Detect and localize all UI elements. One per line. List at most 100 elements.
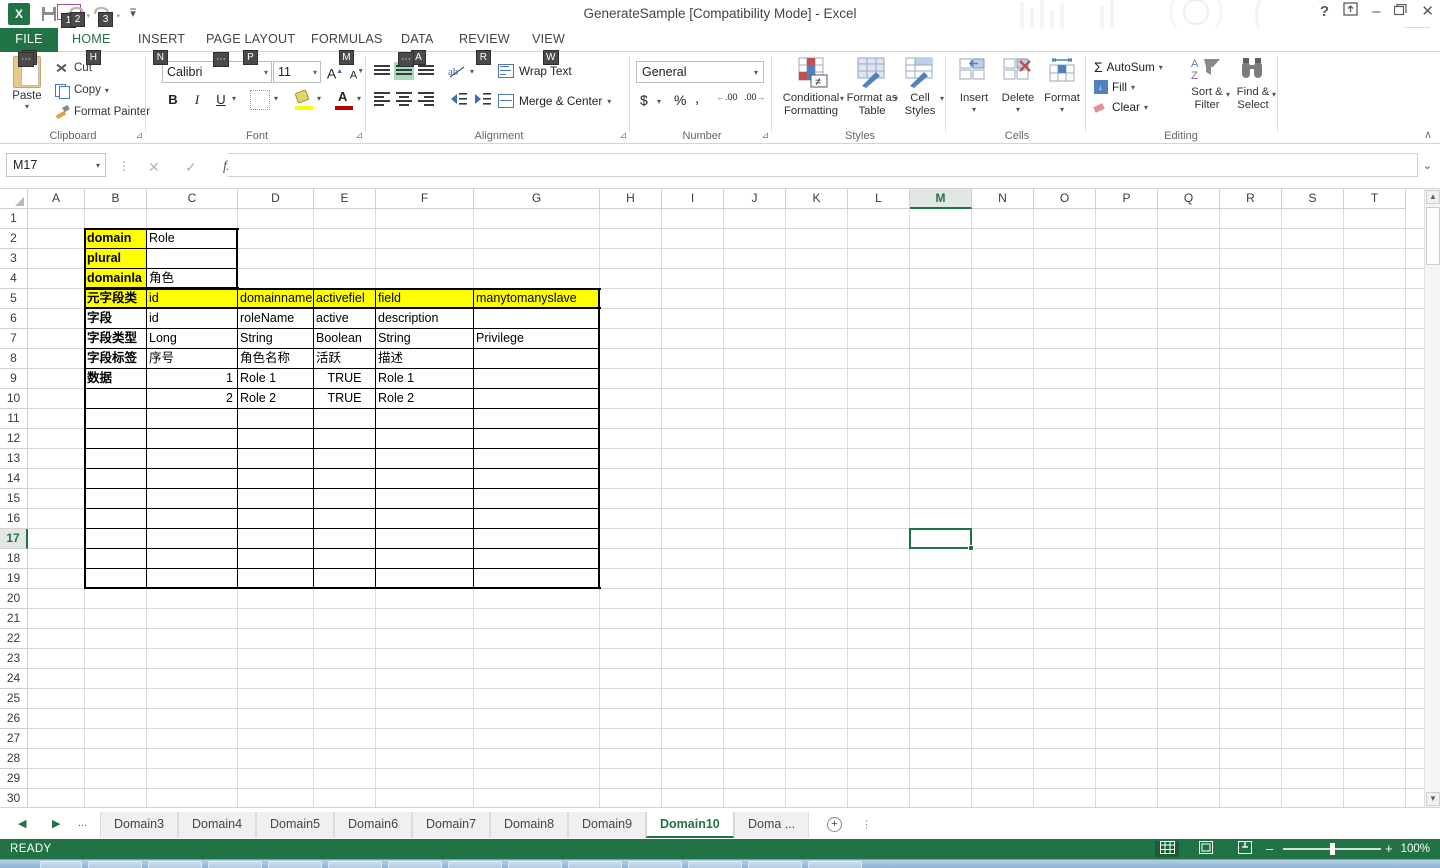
copy-button[interactable]: Copy ▾ (54, 82, 109, 99)
taskbar-item[interactable] (88, 861, 142, 868)
column-header-A[interactable]: A (28, 189, 85, 209)
scroll-down-button[interactable]: ▼ (1426, 792, 1440, 806)
taskbar-item[interactable] (568, 861, 622, 868)
find-select-caret-icon[interactable]: ▾ (1272, 90, 1276, 99)
percent-format-button[interactable]: % (674, 92, 686, 108)
cell-F9[interactable]: Role 1 (376, 369, 473, 388)
cell-G5[interactable]: manytomanyslave (474, 289, 599, 308)
column-header-H[interactable]: H (600, 189, 662, 209)
close-button[interactable]: ✕ (1421, 2, 1434, 20)
cell-B10[interactable] (85, 389, 146, 408)
column-header-D[interactable]: D (238, 189, 314, 209)
first-sheet-button[interactable]: ◀ (18, 817, 26, 830)
column-header-E[interactable]: E (314, 189, 376, 209)
accounting-format-button[interactable]: $ (640, 92, 648, 108)
row-header-18[interactable]: 18 (0, 549, 28, 569)
font-name-caret-icon[interactable]: ▾ (264, 68, 268, 77)
column-header-F[interactable]: F (376, 189, 474, 209)
taskbar-item[interactable] (40, 861, 82, 868)
column-header-Q[interactable]: Q (1158, 189, 1220, 209)
page-break-preview-button[interactable] (1233, 841, 1257, 857)
zoom-in-button[interactable]: + (1385, 841, 1393, 856)
font-color-button[interactable]: A (334, 89, 354, 110)
cell-B7[interactable]: 字段类型 (85, 329, 146, 348)
vertical-scroll-thumb[interactable] (1426, 207, 1440, 265)
formula-input[interactable] (228, 153, 1418, 177)
tab-page-layout[interactable]: PAGE LAYOUT P (198, 28, 303, 65)
cell-G6[interactable] (474, 309, 599, 328)
sort-and-filter-button[interactable]: A Z Sort & Filter ▾ (1184, 56, 1230, 111)
tab-formulas[interactable]: FORMULAS M (303, 28, 391, 65)
row-header-10[interactable]: 10 (0, 389, 28, 409)
clipboard-dialog-launcher[interactable]: ⊿ (135, 130, 143, 141)
cell-styles-caret-icon[interactable]: ▾ (940, 94, 944, 103)
cell-F5[interactable]: field (376, 289, 473, 308)
tab-data[interactable]: DATA A (393, 28, 442, 65)
cell-B8[interactable]: 字段标签 (85, 349, 146, 368)
accounting-caret-icon[interactable]: ▾ (657, 97, 661, 106)
decrease-indent-button[interactable] (448, 90, 468, 108)
tab-review[interactable]: REVIEW R (451, 28, 518, 65)
column-header-B[interactable]: B (85, 189, 147, 209)
format-as-table-button[interactable]: Format as Table ▾ (846, 54, 898, 117)
row-header-14[interactable]: 14 (0, 469, 28, 489)
orientation-button[interactable]: ab (448, 62, 468, 80)
clear-button[interactable]: Clear ▾ (1093, 101, 1148, 114)
cell-C9[interactable]: 1 (147, 369, 237, 388)
column-header-M[interactable]: M (910, 189, 972, 209)
taskbar-item[interactable] (508, 861, 562, 868)
cell-B5[interactable]: 元字段类 (85, 289, 146, 308)
row-header-23[interactable]: 23 (0, 649, 28, 669)
insert-cells-button[interactable]: Insert ▾ (952, 54, 996, 114)
sheet-tab-domain4[interactable]: Domain4 (178, 812, 257, 838)
cell-B9[interactable]: 数据 (85, 369, 146, 388)
cell-B6[interactable]: 字段 (85, 309, 146, 328)
borders-button[interactable] (250, 90, 270, 110)
cell-B4[interactable]: domainla (85, 269, 146, 288)
cell-G8[interactable] (474, 349, 599, 368)
formula-bar-handle[interactable]: ⋮ (118, 159, 130, 173)
row-header-25[interactable]: 25 (0, 689, 28, 709)
taskbar-item[interactable] (748, 861, 802, 868)
align-top-button[interactable] (372, 62, 392, 80)
worksheet-grid[interactable]: ABCDEFGHIJKLMNOPQRST 1 2 3 4 5 6 7 8 9 10 11 12 13 14… (0, 189, 1440, 807)
insert-cells-caret-icon[interactable]: ▾ (952, 105, 996, 114)
row-header-15[interactable]: 15 (0, 489, 28, 509)
zoom-slider-thumb[interactable] (1330, 843, 1335, 855)
row-header-29[interactable]: 29 (0, 769, 28, 789)
cell-D6[interactable]: roleName (238, 309, 313, 328)
find-and-select-button[interactable]: Find & Select ▾ (1230, 56, 1276, 111)
cell-E7[interactable]: Boolean (314, 329, 375, 348)
cell-styles-button[interactable]: Cell Styles ▾ (896, 54, 944, 117)
cell-D5[interactable]: domainname (238, 289, 313, 308)
cell-E5[interactable]: activefiel (314, 289, 375, 308)
restore-button[interactable] (1394, 3, 1408, 20)
copy-dropdown-caret-icon[interactable]: ▾ (105, 86, 109, 95)
font-size-caret-icon[interactable]: ▾ (313, 68, 317, 77)
row-header-20[interactable]: 20 (0, 589, 28, 609)
row-header-24[interactable]: 24 (0, 669, 28, 689)
autosum-button[interactable]: Σ AutoSum ▾ (1094, 59, 1163, 75)
row-header-28[interactable]: 28 (0, 749, 28, 769)
row-header-16[interactable]: 16 (0, 509, 28, 529)
wrap-text-button[interactable]: Wrap Text (498, 64, 572, 78)
scroll-up-button[interactable]: ▲ (1426, 190, 1440, 204)
align-center-button[interactable] (394, 90, 414, 108)
column-header-S[interactable]: S (1282, 189, 1344, 209)
cell-D8[interactable]: 角色名称 (238, 349, 313, 368)
more-sheets-button[interactable]: ... (78, 817, 87, 829)
font-color-dropdown-caret-icon[interactable]: ▾ (357, 94, 361, 103)
bold-button[interactable]: B (162, 89, 184, 111)
row-header-30[interactable]: 30 (0, 789, 28, 807)
cell-E8[interactable]: 活跃 (314, 349, 375, 368)
cell-B2[interactable]: domain (85, 229, 146, 248)
row-header-17[interactable]: 17 (0, 529, 28, 549)
cell-G7[interactable]: Privilege (474, 329, 599, 348)
cell-E10[interactable]: TRUE (314, 389, 375, 408)
column-header-J[interactable]: J (724, 189, 786, 209)
row-header-22[interactable]: 22 (0, 629, 28, 649)
cell-C7[interactable]: Long (147, 329, 237, 348)
name-box-caret-icon[interactable]: ▾ (96, 161, 100, 170)
italic-button[interactable]: I (186, 89, 208, 111)
column-header-P[interactable]: P (1096, 189, 1158, 209)
